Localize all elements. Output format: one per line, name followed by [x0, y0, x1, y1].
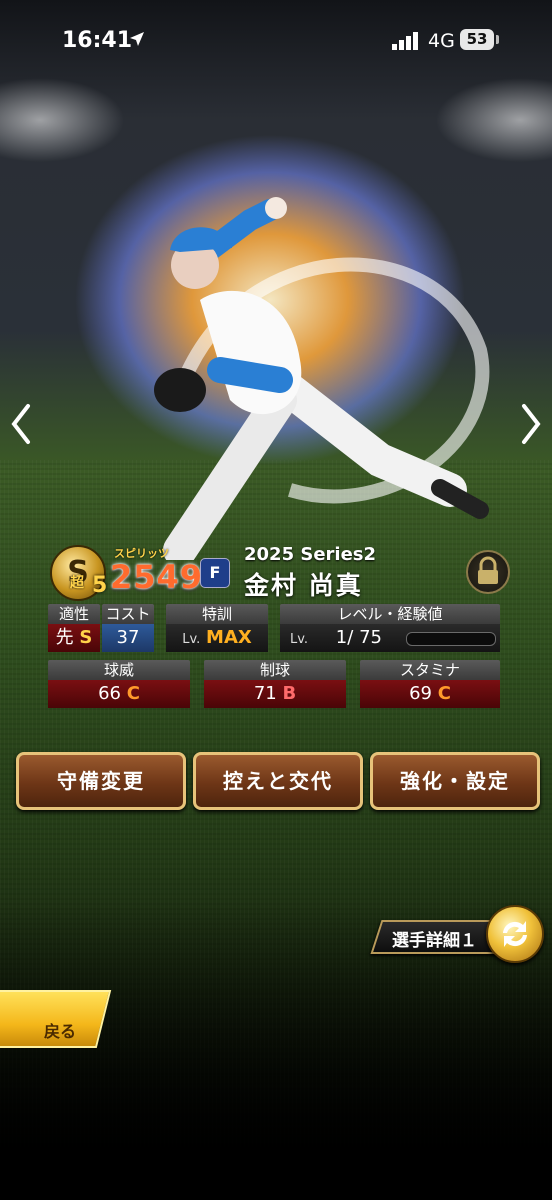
training-lv-label: Lv. [182, 632, 201, 647]
defense-change-button[interactable]: 守備変更 [16, 752, 186, 810]
rank-sub-label: 超 [70, 575, 84, 591]
chevron-right-icon[interactable] [516, 402, 546, 446]
control-grade: B [282, 683, 297, 704]
battery-level: 53 [460, 29, 494, 50]
player-image [154, 197, 490, 560]
level-header: レベル・経験値 [280, 604, 500, 624]
network-label: 4G [428, 30, 455, 52]
player-name: 金村 尚真 [244, 571, 363, 600]
status-time: 16:41 [62, 28, 133, 53]
exp-progress-bar [406, 632, 496, 646]
velocity-grade: C [126, 683, 140, 704]
location-arrow-icon [130, 32, 144, 46]
cost-header: コスト [102, 604, 154, 624]
control-value: 71 B [204, 680, 346, 708]
swap-icon [503, 921, 527, 947]
back-label: 戻る [44, 1022, 77, 1041]
control-number: 71 [253, 683, 277, 704]
cost-value: 37 [102, 624, 154, 652]
team-logo: F [200, 558, 230, 588]
training-max: MAX [206, 627, 252, 648]
control-header: 制球 [204, 660, 346, 680]
lock-icon [478, 556, 498, 584]
aptitude-grade: S [79, 627, 93, 648]
status-bar: 16:41 4G 53 [0, 0, 552, 80]
level-current: 1 [335, 627, 348, 648]
chevron-left-icon[interactable] [6, 402, 36, 446]
stamina-number: 69 [409, 683, 432, 704]
battery-tip [496, 35, 499, 44]
velocity-value: 66 C [48, 680, 190, 708]
aptitude-header: 適性 [48, 604, 100, 624]
spirits-value: 2549 [110, 558, 204, 596]
stamina-header: スタミナ [360, 660, 500, 680]
substitute-button[interactable]: 控えと交代 [193, 752, 363, 810]
signal-bars-icon [392, 32, 418, 50]
level-max: 75 [359, 627, 382, 648]
series-label: 2025 Series2 [244, 544, 377, 565]
level-separator: / [347, 627, 354, 648]
velocity-number: 66 [98, 683, 121, 704]
level-lv-label: Lv. [290, 632, 309, 647]
training-value: Lv. MAX [166, 624, 268, 652]
aptitude-position: 先 [55, 627, 74, 648]
velocity-header: 球威 [48, 660, 190, 680]
enhance-settings-button[interactable]: 強化・設定 [370, 752, 540, 810]
lock-button[interactable] [466, 550, 510, 594]
stamina-value: 69 C [360, 680, 500, 708]
aptitude-value: 先 S [48, 624, 100, 652]
player-detail-label: 選手詳細１ [392, 931, 477, 951]
training-header: 特訓 [166, 604, 268, 624]
rank-number: 5 [92, 573, 108, 598]
swap-button[interactable] [486, 905, 544, 963]
stamina-grade: C [437, 683, 451, 704]
